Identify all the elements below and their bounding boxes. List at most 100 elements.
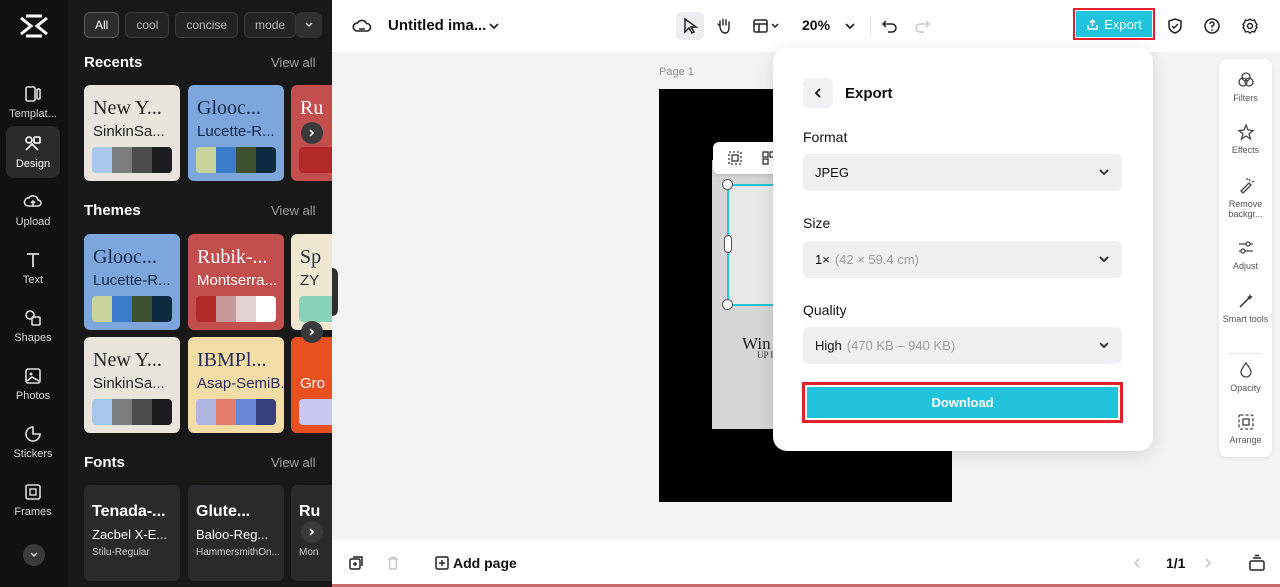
prev-page-button[interactable]	[1123, 549, 1151, 577]
size-select[interactable]: 1× (42 × 59.4 cm)	[803, 241, 1122, 278]
rail-item-frames[interactable]: Frames	[6, 474, 60, 526]
add-page-button[interactable]: Add page	[453, 555, 517, 571]
chips-more-button[interactable]	[296, 12, 322, 38]
export-panel-title: Export	[845, 85, 893, 102]
font-pair-card[interactable]: Tenada-... Zacbel X-E... Stilu-Regular	[84, 485, 180, 581]
photos-icon	[25, 368, 41, 384]
themes-scroll-right-button[interactable]	[301, 321, 323, 343]
canvas-text-subheading[interactable]: UP I	[757, 350, 773, 360]
font-card-f1: Glute...	[196, 503, 251, 520]
zoom-dropdown-button[interactable]	[836, 12, 864, 40]
rail-expand-button[interactable]	[23, 544, 45, 566]
recents-view-all-link[interactable]: View all	[271, 55, 316, 70]
duplicate-page-button[interactable]	[342, 549, 370, 577]
fonts-view-all-link[interactable]: View all	[271, 455, 316, 470]
crop-icon[interactable]	[727, 150, 743, 166]
chip-all[interactable]: All	[84, 12, 120, 38]
chip-cool[interactable]: cool	[125, 12, 170, 38]
color-swatch	[132, 296, 152, 322]
theme-card[interactable]: Sp ZY	[291, 234, 332, 330]
tool-smart-tools[interactable]: Smart tools	[1219, 292, 1272, 324]
remove-background-icon	[1239, 178, 1254, 194]
theme-card[interactable]: IBMPl... Asap-SemiB...	[188, 337, 284, 433]
color-swatches	[299, 399, 332, 425]
redo-button[interactable]	[908, 12, 936, 40]
cloud-sync-button[interactable]	[348, 12, 376, 40]
delete-page-button[interactable]	[379, 549, 407, 577]
theme-card[interactable]: Glooc... Lucette-R...	[84, 234, 180, 330]
color-swatch	[256, 147, 276, 173]
app-logo-icon[interactable]	[18, 12, 50, 40]
color-swatch	[216, 296, 236, 322]
rail-item-shapes[interactable]: Shapes	[6, 300, 60, 352]
font-pair-card[interactable]: Glute... Baloo-Reg... HammersmithOn...	[188, 485, 284, 581]
resize-handle-left[interactable]	[724, 235, 732, 253]
theme-card[interactable]: Gro	[291, 337, 332, 433]
tool-filters[interactable]: Filters	[1219, 71, 1272, 103]
quality-select[interactable]: High (470 KB – 940 KB)	[803, 327, 1122, 364]
rail-item-design[interactable]: Design	[6, 126, 60, 178]
next-page-button[interactable]	[1194, 549, 1222, 577]
page-counter: 1/1	[1166, 555, 1186, 571]
rail-item-photos[interactable]: Photos	[6, 358, 60, 410]
add-page-icon-button[interactable]	[428, 549, 456, 577]
hand-tool-button[interactable]	[710, 12, 738, 40]
quality-detail: (470 KB – 940 KB)	[846, 338, 956, 353]
themes-view-all-link[interactable]: View all	[271, 203, 316, 218]
zoom-level[interactable]: 20%	[802, 17, 830, 33]
help-button[interactable]	[1198, 12, 1226, 40]
rail-item-templates[interactable]: Templat...	[6, 76, 60, 128]
undo-button[interactable]	[876, 12, 904, 40]
tool-opacity[interactable]: Opacity	[1219, 361, 1272, 393]
color-swatch	[152, 399, 172, 425]
card-heading-font: Glooc...	[93, 246, 157, 268]
theme-card[interactable]: New Y... SinkinSa...	[84, 337, 180, 433]
color-swatch	[236, 296, 256, 322]
recents-scroll-right-button[interactable]	[301, 122, 323, 144]
tool-effects[interactable]: Effects	[1219, 123, 1272, 155]
resize-handle-top-left[interactable]	[722, 179, 733, 190]
chevron-left-icon	[814, 88, 821, 98]
tool-remove-background[interactable]: Remove backgr...	[1219, 177, 1272, 219]
card-body-font: ZY	[300, 272, 320, 289]
rail-item-stickers[interactable]: Stickers	[6, 416, 60, 468]
panel-collapse-handle[interactable]	[332, 268, 338, 316]
export-back-button[interactable]	[803, 78, 833, 108]
quality-label: Quality	[803, 302, 847, 318]
format-select[interactable]: JPEG	[803, 154, 1122, 191]
tool-arrange[interactable]: Arrange	[1219, 413, 1272, 445]
image-tools-panel: Filters Effects Remove backgr... Adjust …	[1219, 59, 1272, 457]
resize-handle-bottom-left[interactable]	[722, 299, 733, 310]
cloud-icon	[352, 19, 372, 32]
layout-menu-button[interactable]	[744, 12, 788, 40]
recent-theme-card[interactable]: New Y... SinkinSa...	[84, 85, 180, 181]
recent-theme-card[interactable]: Glooc... Lucette-R...	[188, 85, 284, 181]
shield-button[interactable]	[1161, 12, 1189, 40]
color-swatch	[92, 147, 112, 173]
export-button[interactable]: Export	[1073, 8, 1155, 40]
rail-item-label: Templat...	[9, 108, 57, 120]
shapes-icon	[25, 310, 41, 326]
document-title[interactable]: Untitled ima...	[388, 17, 486, 34]
rail-item-text[interactable]: Text	[6, 242, 60, 294]
select-tool-button[interactable]	[676, 12, 704, 40]
layout-icon	[753, 19, 768, 33]
download-button[interactable]: Download	[807, 387, 1118, 418]
chip-concise[interactable]: concise	[175, 12, 239, 38]
title-dropdown-button[interactable]	[480, 12, 508, 40]
color-swatches	[92, 399, 172, 425]
templates-icon	[25, 86, 41, 102]
export-panel: Export Format JPEG Size 1× (42 × 59.4 cm…	[773, 48, 1153, 451]
pages-panel-button[interactable]	[1243, 549, 1271, 577]
color-swatches	[299, 296, 332, 322]
color-swatch	[216, 147, 236, 173]
fonts-scroll-right-button[interactable]	[301, 521, 323, 543]
card-body-font: SinkinSa...	[93, 375, 165, 392]
theme-card[interactable]: Rubik-... Montserra...	[188, 234, 284, 330]
tool-adjust[interactable]: Adjust	[1219, 239, 1272, 271]
settings-button[interactable]	[1236, 12, 1264, 40]
chip-mode[interactable]: mode	[244, 12, 297, 38]
rail-item-upload[interactable]: Upload	[6, 184, 60, 236]
fonts-title: Fonts	[84, 454, 125, 471]
size-label: Size	[803, 215, 831, 231]
